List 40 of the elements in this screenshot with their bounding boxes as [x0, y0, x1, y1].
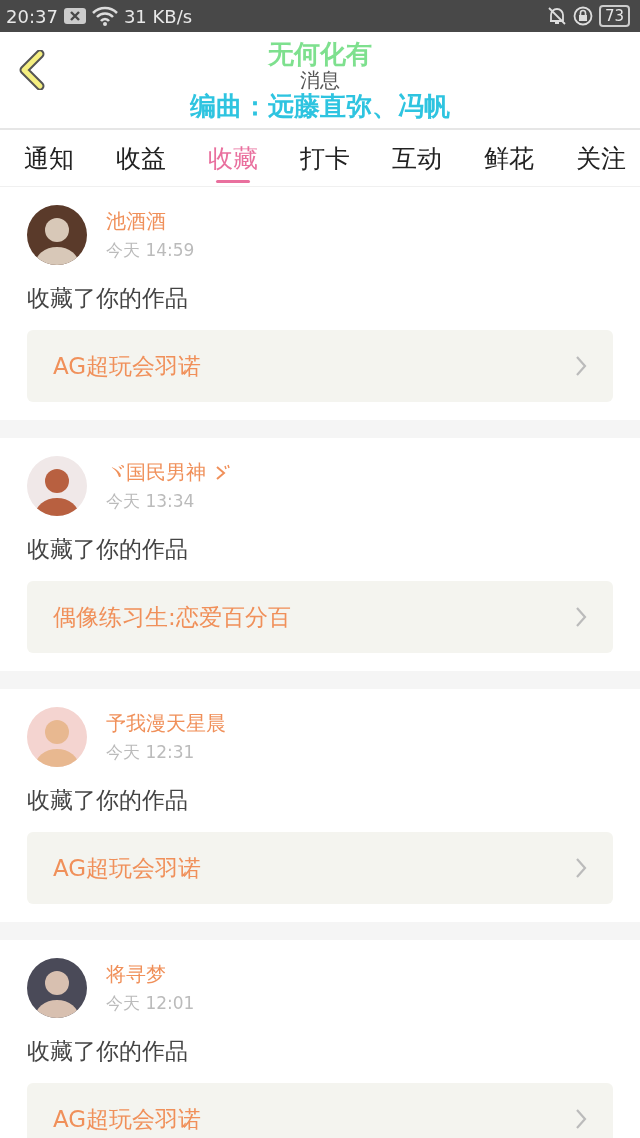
message-time: 今天 14:59: [106, 239, 195, 262]
message-text: 收藏了你的作品: [27, 284, 189, 313]
chevron-right-icon: [575, 606, 587, 628]
user-name[interactable]: 池酒酒: [106, 208, 166, 235]
tab[interactable]: 通知: [24, 130, 74, 186]
chevron-right-icon: [575, 857, 587, 879]
chevron-right-icon: [575, 355, 587, 377]
battery-level: 73: [598, 5, 630, 27]
rotation-lock-icon: [572, 6, 593, 26]
message-time: 今天 12:31: [106, 741, 196, 764]
message-text: 收藏了你的作品: [27, 1037, 189, 1066]
lyric-line: 编曲：远藤直弥、冯帆: [190, 91, 450, 121]
wifi-icon: [91, 6, 118, 26]
user-name[interactable]: 予我漫天星晨: [106, 710, 226, 737]
tab[interactable]: 互动: [392, 130, 442, 186]
bell-off-icon: [546, 6, 567, 26]
tab[interactable]: 收藏: [208, 130, 258, 186]
message-text: 收藏了你的作品: [27, 535, 189, 564]
avatar-icon: [27, 707, 87, 767]
work-link[interactable]: 偶像练习生:恋爱百分百: [27, 581, 613, 653]
clock: 20:37: [6, 5, 58, 27]
notification-icon: [63, 8, 86, 24]
page-title: 消息: [300, 69, 340, 91]
work-link[interactable]: AG超玩会羽诺: [27, 1083, 613, 1138]
network-speed: 31 KB/s: [123, 5, 193, 27]
chevron-right-icon: [575, 1108, 587, 1130]
tab[interactable]: 关注: [576, 130, 626, 186]
tab[interactable]: 打卡: [300, 130, 350, 186]
user-name[interactable]: ヾ国民男神: [106, 459, 206, 486]
avatar-icon: [27, 205, 87, 265]
avatar-icon: [27, 958, 87, 1018]
message-time: 今天 13:34: [106, 490, 196, 513]
user-name[interactable]: 将寻梦: [106, 961, 166, 988]
tab[interactable]: 鲜花: [484, 130, 534, 186]
message-text: 收藏了你的作品: [27, 786, 189, 815]
lyric-line: 无何化有: [268, 39, 372, 69]
work-link[interactable]: AG超玩会羽诺: [27, 832, 613, 904]
work-link[interactable]: AG超玩会羽诺: [27, 330, 613, 402]
message-time: 今天 12:01: [106, 992, 195, 1015]
tab[interactable]: 收益: [116, 130, 166, 186]
